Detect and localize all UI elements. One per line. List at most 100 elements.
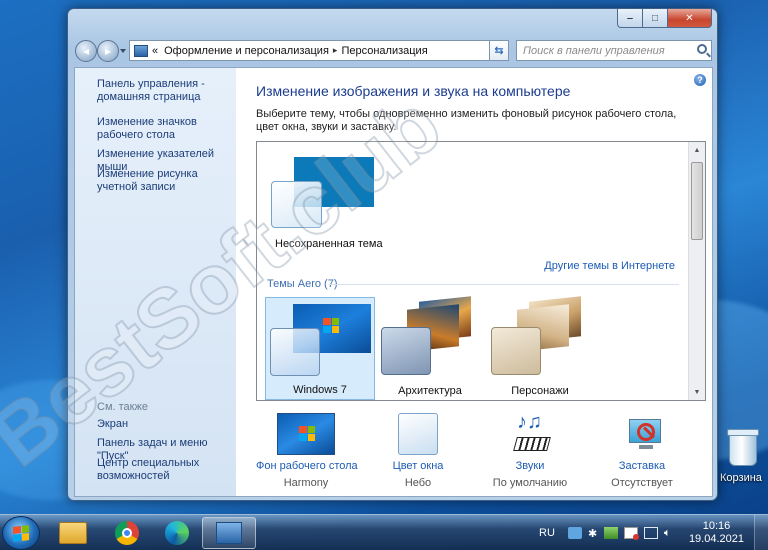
window-color-icon: [398, 413, 438, 455]
clock-date: 19.04.2021: [688, 533, 744, 545]
theme-windows-7[interactable]: Windows 7: [265, 297, 375, 400]
music-note-icon: ♪♫: [517, 411, 542, 433]
window-color-value: Небо: [404, 477, 432, 489]
windows-logo-icon: [13, 525, 29, 542]
tasks-sidebar: Панель управления - домашняя страница Из…: [75, 68, 236, 496]
breadcrumb-separator[interactable]: ▸: [333, 45, 338, 56]
recent-pages-dropdown[interactable]: [120, 49, 126, 53]
see-also-header: См. также: [97, 401, 148, 413]
theme-label: Windows 7: [293, 384, 347, 396]
forward-button[interactable]: ▸: [97, 40, 119, 62]
aero-themes-group-label: Темы Aero (7): [267, 278, 338, 290]
screensaver-value: Отсутствует: [611, 477, 673, 489]
forward-arrow-icon: ▸: [104, 44, 112, 58]
screensaver-setting[interactable]: Заставка Отсутствует: [592, 413, 692, 489]
sidebar-link-account-picture[interactable]: Изменение рисунка учетной записи: [97, 168, 233, 194]
window-color-preview: [270, 328, 320, 376]
address-prefix[interactable]: «: [152, 45, 158, 57]
search-input[interactable]: Поиск в панели управления: [516, 40, 712, 61]
recycle-bin-label: Корзина: [720, 472, 762, 484]
show-desktop-button[interactable]: [754, 515, 768, 550]
help-icon[interactable]: ?: [694, 74, 706, 86]
main-panel: ? Изменение изображения и звука на компь…: [236, 68, 712, 496]
theme-characters[interactable]: Персонажи: [485, 296, 595, 400]
control-panel-icon: [216, 522, 242, 544]
chrome-icon: [115, 521, 139, 545]
refresh-icon: ⇆: [494, 45, 504, 57]
screensaver-link[interactable]: Заставка: [592, 460, 692, 472]
maximize-button[interactable]: □: [643, 9, 668, 28]
start-button[interactable]: [2, 516, 40, 550]
desktop-background-value: Harmony: [283, 477, 329, 489]
network-app-icon[interactable]: [567, 527, 582, 539]
recycle-bin-shortcut[interactable]: Корзина: [718, 429, 768, 484]
taskbar-chrome[interactable]: [100, 517, 154, 549]
breadcrumb-personalization[interactable]: Персонализация: [341, 45, 427, 57]
monitor-stand: [639, 445, 653, 449]
safely-remove-icon[interactable]: [603, 527, 618, 539]
sidebar-link-desktop-icons[interactable]: Изменение значков рабочего стола: [97, 116, 233, 142]
network-icon[interactable]: [643, 527, 658, 539]
more-themes-online-link[interactable]: Другие темы в Интернете: [544, 260, 675, 272]
sounds-icon: ♪♫: [501, 411, 559, 455]
navigation-bar: ◂ ▸ « Оформление и персонализация ▸ Перс…: [68, 36, 717, 64]
clock[interactable]: 10:16 19.04.2021: [689, 520, 744, 546]
sounds-setting[interactable]: ♪♫ Звуки По умолчанию: [480, 411, 580, 489]
theme-label: Персонажи: [511, 385, 569, 397]
windows-logo-icon: [299, 426, 315, 441]
sidebar-link-home[interactable]: Панель управления - домашняя страница: [97, 78, 233, 104]
taskbar-edge[interactable]: [150, 517, 204, 549]
sounds-value: По умолчанию: [492, 477, 568, 489]
page-title: Изменение изображения и звука на компьют…: [256, 83, 571, 99]
taskbar-control-panel[interactable]: [202, 517, 256, 549]
customization-bar: Фон рабочего стола Harmony Цвет окна Неб…: [256, 411, 716, 493]
control-panel-window: ‒ □ ✕ ◂ ▸ « Оформление и персонализация …: [67, 8, 718, 501]
window-color-setting[interactable]: Цвет окна Небо: [368, 413, 468, 489]
minimize-button[interactable]: ‒: [617, 9, 643, 28]
scrollbar-thumb[interactable]: [691, 162, 703, 240]
scroll-down-arrow-icon[interactable]: ▼: [689, 384, 705, 400]
desktop-background-link[interactable]: Фон рабочего стола: [256, 460, 358, 472]
volume-icon[interactable]: 🔈︎: [664, 527, 678, 539]
sounds-link[interactable]: Звуки: [480, 460, 580, 472]
back-button[interactable]: ◂: [75, 40, 97, 62]
scroll-up-arrow-icon[interactable]: ▲: [689, 142, 705, 158]
page-description: Выберите тему, чтобы одновременно измени…: [256, 108, 677, 133]
window-color-preview: [491, 327, 541, 375]
taskbar-explorer[interactable]: [46, 517, 100, 549]
search-icon[interactable]: [697, 44, 707, 54]
control-panel-icon: [134, 44, 148, 57]
theme-list-scrollbar[interactable]: ▲ ▼: [688, 142, 705, 400]
close-button[interactable]: ✕: [668, 9, 712, 28]
window-color-preview: [271, 181, 322, 228]
language-indicator[interactable]: RU: [539, 527, 555, 539]
unsaved-theme-tile[interactable]: Несохраненная тема: [257, 142, 397, 257]
unsaved-theme-label: Несохраненная тема: [275, 238, 383, 250]
window-color-preview: [381, 327, 431, 375]
clock-time: 10:16: [702, 520, 731, 532]
desktop-background-icon: [277, 413, 335, 455]
address-bar[interactable]: « Оформление и персонализация ▸ Персонал…: [129, 40, 509, 61]
screensaver-icon: [613, 413, 671, 455]
action-center-icon[interactable]: [623, 527, 639, 540]
system-tray: RU ✱ 🔈︎ 10:16 19.04.2021: [539, 515, 768, 550]
theme-label: Архитектура: [398, 385, 462, 397]
desktop-background-setting[interactable]: Фон рабочего стола Harmony: [256, 413, 358, 489]
search-placeholder: Поиск в панели управления: [523, 44, 665, 57]
folder-icon: [59, 522, 87, 544]
window-content: Панель управления - домашняя страница Из…: [74, 67, 713, 497]
bluetooth-icon[interactable]: ✱: [588, 527, 598, 540]
windows-logo-icon: [323, 318, 339, 333]
recycle-bin-icon: [727, 429, 759, 466]
back-arrow-icon: ◂: [82, 44, 90, 58]
theme-list: Несохраненная тема Другие темы в Интерне…: [256, 141, 706, 401]
window-controls: ‒ □ ✕: [617, 9, 712, 28]
sidebar-link-display[interactable]: Экран: [97, 418, 233, 431]
theme-architecture[interactable]: Архитектура: [375, 296, 485, 400]
group-divider: [329, 284, 679, 285]
sidebar-link-accessibility[interactable]: Центр специальных возможностей: [97, 457, 233, 483]
window-color-link[interactable]: Цвет окна: [368, 460, 468, 472]
refresh-button[interactable]: ⇆: [489, 40, 509, 61]
breadcrumb-appearance[interactable]: Оформление и персонализация: [164, 45, 329, 57]
taskbar: RU ✱ 🔈︎ 10:16 19.04.2021: [0, 514, 768, 550]
